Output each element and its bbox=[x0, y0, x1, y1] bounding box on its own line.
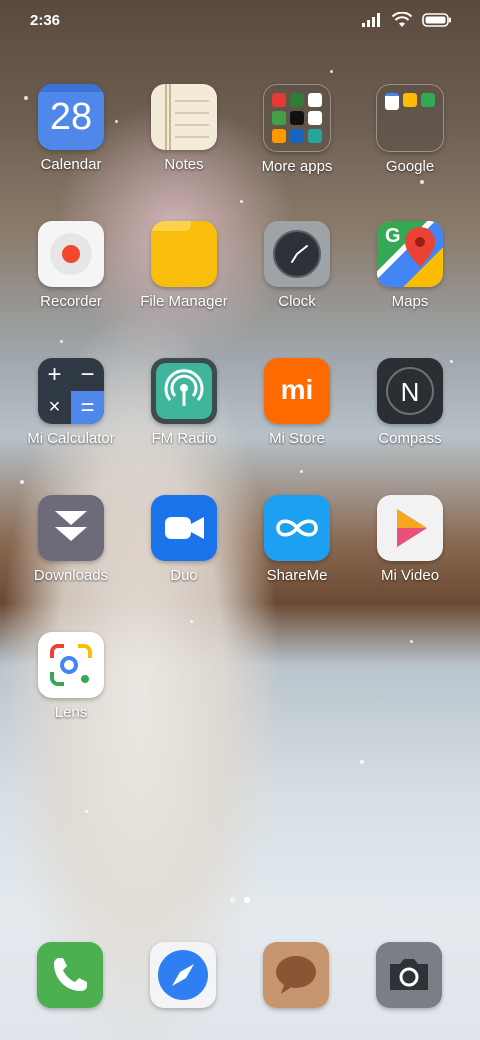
app-label: More apps bbox=[261, 158, 333, 175]
store-icon: mi bbox=[264, 358, 330, 424]
dock-camera[interactable] bbox=[376, 942, 442, 1008]
infinity-icon bbox=[264, 495, 330, 561]
app-label: Notes bbox=[164, 156, 204, 173]
app-label: Google bbox=[385, 158, 435, 175]
status-time: 2:36 bbox=[30, 12, 61, 29]
page-indicator bbox=[0, 897, 480, 903]
app-label: Mi Video bbox=[380, 567, 440, 584]
download-icon bbox=[38, 495, 104, 561]
app-label: Duo bbox=[170, 567, 198, 584]
compass-letter: N bbox=[400, 377, 420, 407]
calendar-day: 28 bbox=[49, 96, 93, 138]
dock-messaging[interactable] bbox=[263, 942, 329, 1008]
folder-file-icon bbox=[151, 221, 217, 287]
app-calendar[interactable]: 28 Calendar bbox=[15, 84, 127, 173]
folder-icon bbox=[376, 84, 444, 152]
battery-icon bbox=[422, 13, 451, 27]
app-file-manager[interactable]: File Manager bbox=[128, 221, 240, 310]
cellular-signal-icon bbox=[362, 13, 380, 27]
app-recorder[interactable]: Recorder bbox=[15, 221, 127, 310]
app-mi-video[interactable]: Mi Video bbox=[354, 495, 466, 584]
app-label: Downloads bbox=[33, 567, 109, 584]
dock-browser[interactable] bbox=[150, 942, 216, 1008]
folder-google[interactable]: Google bbox=[354, 84, 466, 175]
app-maps[interactable]: G Maps bbox=[354, 221, 466, 310]
app-label: File Manager bbox=[140, 293, 228, 310]
app-label: Mi Calculator bbox=[27, 430, 115, 447]
status-bar: 2:36 bbox=[0, 0, 480, 44]
folder-more-apps[interactable]: More apps bbox=[241, 84, 353, 175]
app-mi-calculator[interactable]: + − × = Mi Calculator bbox=[15, 358, 127, 447]
folder-icon bbox=[263, 84, 331, 152]
app-duo[interactable]: Duo bbox=[128, 495, 240, 584]
recorder-icon bbox=[38, 221, 104, 287]
video-camera-icon bbox=[151, 495, 217, 561]
app-downloads[interactable]: Downloads bbox=[15, 495, 127, 584]
calculator-icon: + − × = bbox=[38, 358, 104, 424]
app-clock[interactable]: Clock bbox=[241, 221, 353, 310]
app-label: Mi Store bbox=[269, 430, 325, 447]
app-shareme[interactable]: ShareMe bbox=[241, 495, 353, 584]
app-lens[interactable]: Lens bbox=[15, 632, 127, 721]
message-icon bbox=[276, 956, 316, 994]
radio-icon bbox=[151, 358, 217, 424]
app-compass[interactable]: N Compass bbox=[354, 358, 466, 447]
app-label: Compass bbox=[378, 430, 442, 447]
app-label: Recorder bbox=[40, 293, 102, 310]
app-mi-store[interactable]: mi Mi Store bbox=[241, 358, 353, 447]
app-label: FM Radio bbox=[151, 430, 217, 447]
app-label: Clock bbox=[278, 293, 316, 310]
wifi-icon bbox=[392, 12, 412, 27]
compass-icon: N bbox=[377, 358, 443, 424]
mi-logo: mi bbox=[280, 374, 314, 405]
app-notes[interactable]: Notes bbox=[128, 84, 240, 173]
clock-icon bbox=[264, 221, 330, 287]
maps-icon: G bbox=[377, 221, 443, 287]
phone-icon bbox=[54, 958, 87, 991]
app-label: Calendar bbox=[40, 156, 102, 173]
page-dot-active[interactable] bbox=[244, 897, 250, 903]
app-label: Lens bbox=[54, 704, 88, 721]
compass-browser-icon bbox=[158, 950, 208, 1000]
lens-icon bbox=[38, 632, 104, 698]
calendar-icon: 28 bbox=[38, 84, 104, 150]
notes-icon bbox=[151, 84, 217, 150]
play-icon bbox=[377, 495, 443, 561]
app-label: ShareMe bbox=[266, 567, 328, 584]
page-dot[interactable] bbox=[230, 897, 236, 903]
app-fm-radio[interactable]: FM Radio bbox=[128, 358, 240, 447]
maps-g-letter: G bbox=[385, 225, 401, 247]
camera-icon bbox=[390, 959, 428, 990]
app-label: Maps bbox=[391, 293, 429, 310]
dock-phone[interactable] bbox=[37, 942, 103, 1008]
